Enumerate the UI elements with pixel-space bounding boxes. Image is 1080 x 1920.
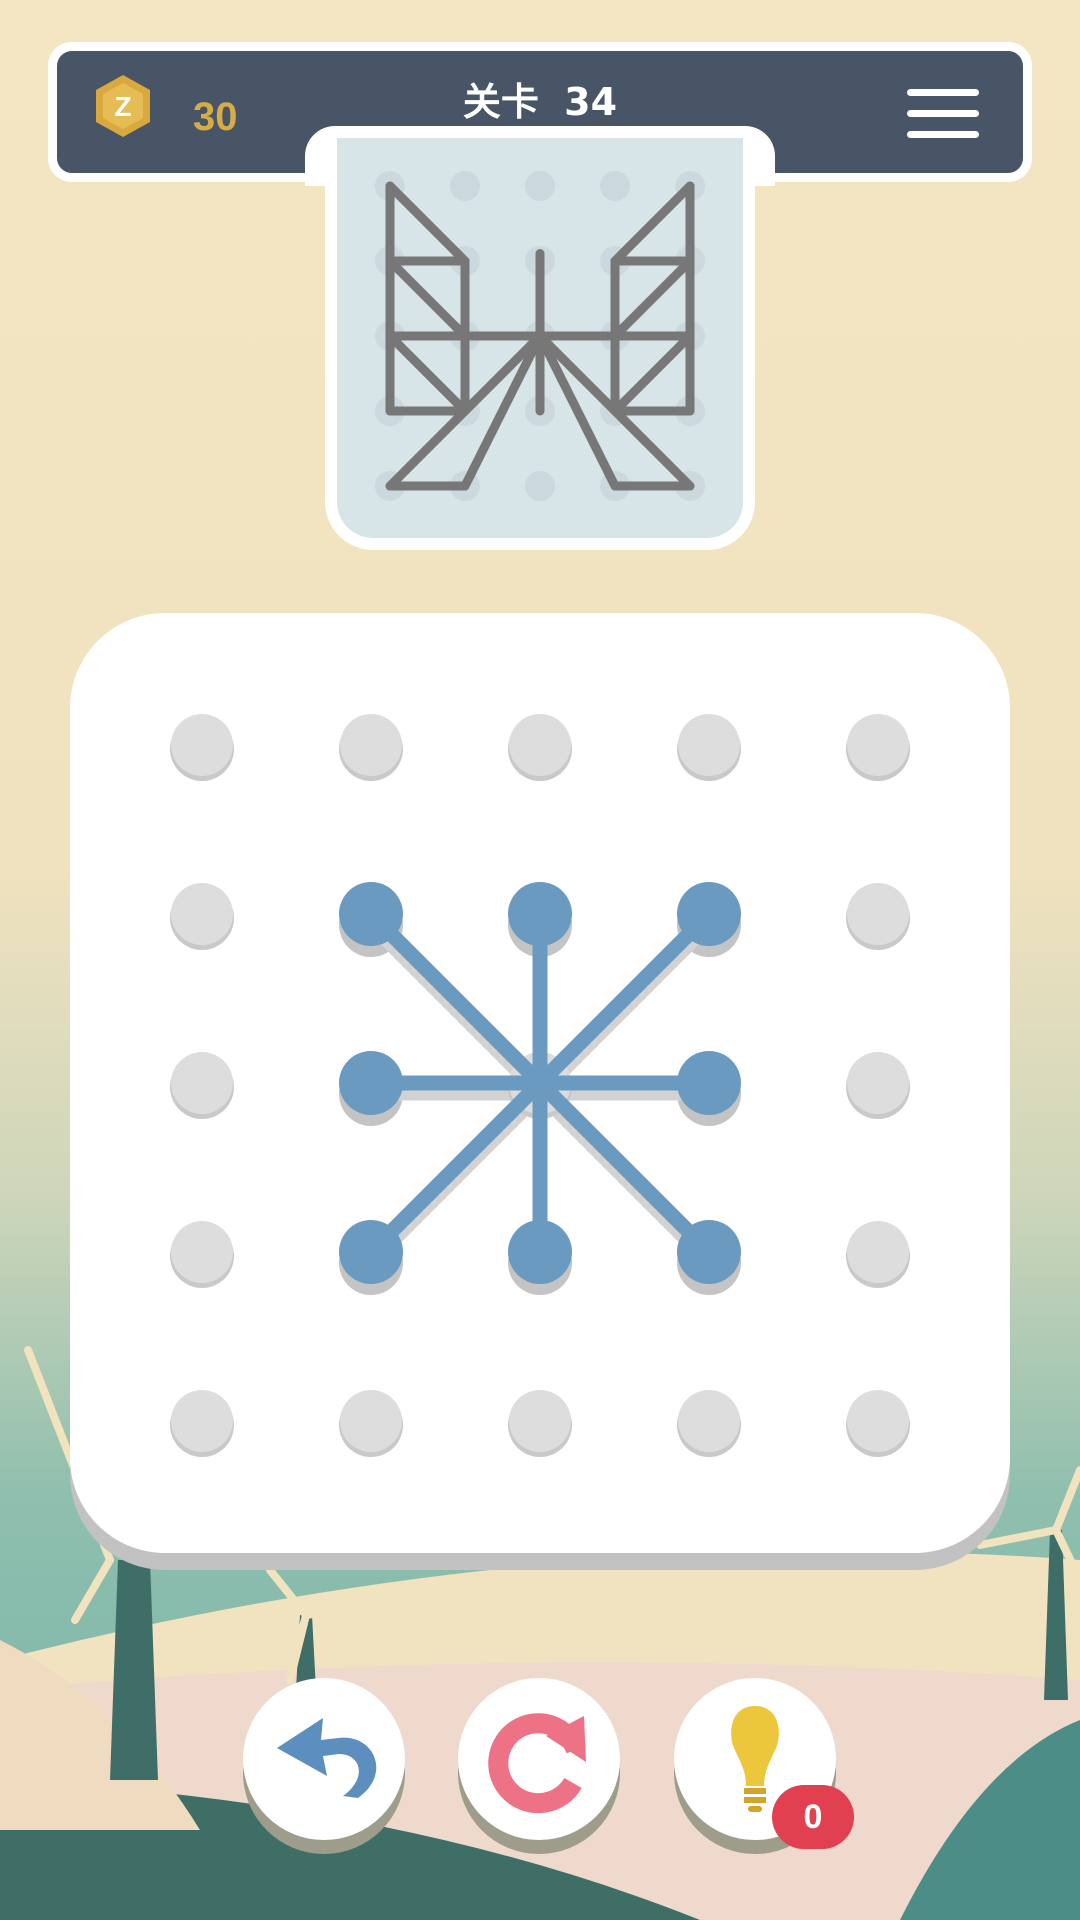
grid-dot[interactable] <box>847 1052 909 1114</box>
grid-dot[interactable] <box>171 883 233 945</box>
grid-dot[interactable] <box>678 1390 740 1452</box>
restart-icon <box>488 1713 586 1814</box>
active-dot[interactable] <box>677 1220 741 1284</box>
reset-button[interactable] <box>458 1678 620 1840</box>
grid-dot[interactable] <box>847 883 909 945</box>
preview-line <box>385 256 470 341</box>
undo-button[interactable] <box>243 1678 405 1840</box>
preview-dot <box>450 171 480 201</box>
hamburger-menu-icon[interactable] <box>907 89 979 141</box>
active-dot[interactable] <box>508 1220 572 1284</box>
center-junction <box>520 1063 560 1103</box>
grid-dot[interactable] <box>847 714 909 776</box>
preview-line <box>385 181 470 266</box>
active-dot[interactable] <box>339 1220 403 1284</box>
preview-line <box>460 331 545 416</box>
active-dot[interactable] <box>339 882 403 946</box>
grid-dot[interactable] <box>847 1221 909 1283</box>
active-dot[interactable] <box>677 882 741 946</box>
grid-dot[interactable] <box>847 1390 909 1452</box>
grid-dot[interactable] <box>340 1390 402 1452</box>
hint-count-badge: 0 <box>772 1785 854 1849</box>
preview-line <box>610 181 695 266</box>
level-title: 关卡 34 <box>57 71 1023 126</box>
active-dot[interactable] <box>508 882 572 946</box>
dot-grid[interactable] <box>70 613 1010 1573</box>
preview-dot <box>525 471 555 501</box>
preview-line <box>385 406 470 491</box>
grid-dot[interactable] <box>171 1390 233 1452</box>
grid-dot[interactable] <box>171 1221 233 1283</box>
preview-line <box>610 331 695 416</box>
preview-line <box>610 406 695 491</box>
undo-arrow-icon <box>277 1718 377 1798</box>
preview-line <box>385 331 470 416</box>
preview-dot <box>600 171 630 201</box>
level-label: 关卡 <box>462 80 539 124</box>
target-pattern-preview <box>375 171 705 501</box>
grid-dot[interactable] <box>509 1390 571 1452</box>
grid-dot[interactable] <box>171 714 233 776</box>
preview-line <box>610 256 695 341</box>
active-dot[interactable] <box>677 1051 741 1115</box>
active-dot[interactable] <box>339 1051 403 1115</box>
grid-dot[interactable] <box>171 1052 233 1114</box>
preview-dot <box>525 171 555 201</box>
preview-line <box>535 331 620 416</box>
level-number: 34 <box>564 80 618 124</box>
grid-dot[interactable] <box>340 714 402 776</box>
grid-dot[interactable] <box>509 714 571 776</box>
grid-dot[interactable] <box>678 714 740 776</box>
